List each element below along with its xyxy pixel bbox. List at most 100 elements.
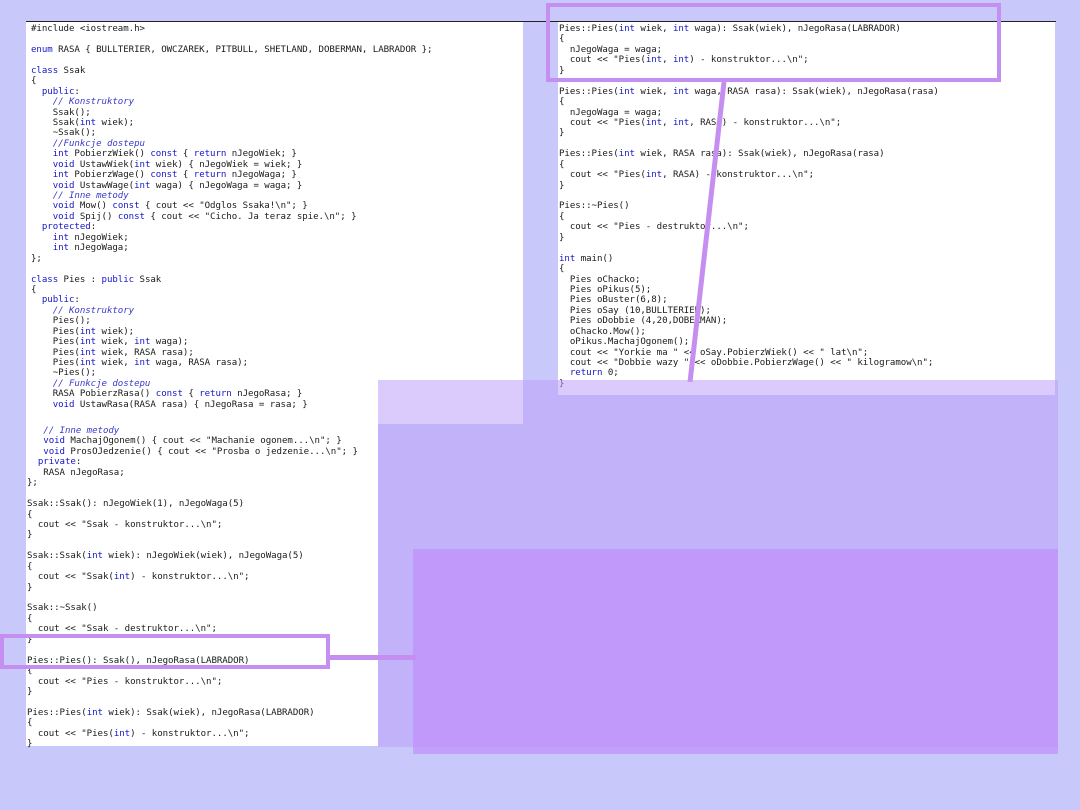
code-line: Pies::~Pies(): [559, 201, 630, 212]
code-line: {: [27, 561, 33, 572]
code-line: cout << "Pies - konstruktor...\n";: [27, 676, 223, 687]
code-line: int main(): [559, 253, 614, 264]
code-line: // Inne metody: [52, 191, 129, 201]
highlight-overlay-callout: [413, 549, 1058, 754]
code-line: class Ssak: [31, 65, 86, 76]
code-line: protected:: [41, 222, 97, 233]
code-line: cout << "Dobbie wazy " << oDobbie.Pobier…: [559, 358, 934, 368]
code-line: {: [27, 613, 33, 624]
code-line: {: [559, 159, 565, 170]
code-line: }: [559, 180, 565, 191]
code-line: Pies(int wiek, int waga, RASA rasa);: [31, 358, 249, 368]
highlight-overlay-large: [378, 380, 1058, 747]
code-line: cout << "Ssak - konstruktor...\n";: [27, 519, 223, 530]
code-block-constructors: // Inne metody void MachajOgonem() { cou…: [26, 424, 378, 750]
code-line: Ssak::Ssak(int wiek): nJegoWiek(wiek), n…: [27, 551, 304, 562]
code-line: Ssak::Ssak(): nJegoWiek(1), nJegoWaga(5): [27, 499, 244, 510]
code-line: Ssak(int wiek);: [31, 117, 135, 128]
code-line: Pies oDobbie (4,20,DOBERMAN);: [559, 316, 728, 327]
code-line: public:: [41, 86, 80, 97]
code-line: {: [559, 97, 565, 108]
code-line: cout << "Yorkie ma " << oSay.PobierzWiek…: [559, 347, 869, 358]
code-line: int nJegoWaga;: [52, 243, 129, 254]
code-line: Pies::Pies(int wiek): Ssak(wiek), nJegoR…: [27, 707, 315, 718]
code-line: #include <iostream.h>: [31, 24, 145, 34]
code-line: // Konstruktory: [52, 97, 135, 108]
code-line: }: [559, 128, 565, 139]
code-line: void UstawWiek(int wiek) { nJegoWiek = w…: [52, 159, 303, 170]
code-block-class-definitions: #include <iostream.h> enum RASA { BULLTE…: [26, 22, 523, 410]
code-line: RASA PobierzRasa() const { return nJegoR…: [31, 389, 303, 400]
code-line: // Inne metody: [43, 426, 120, 436]
code-line: void Mow() const { cout << "Odglos Ssaka…: [52, 201, 308, 212]
code-line: int nJegoWiek;: [52, 232, 129, 243]
code-line: cout << "Pies(int) - konstruktor...\n";: [27, 728, 250, 739]
code-line: }: [559, 378, 565, 389]
code-line: Ssak::~Ssak(): [27, 603, 98, 614]
code-line: oPikus.MachajOgonem();: [559, 337, 690, 348]
code-line: Pies oChacko;: [559, 274, 641, 285]
code-line: Ssak();: [31, 107, 91, 118]
code-line: ~Pies();: [31, 368, 97, 379]
code-line: // Funkcje dostepu: [52, 378, 151, 389]
code-line: Pies(int wiek);: [31, 326, 135, 337]
code-line: void UstawWage(int waga) { nJegoWaga = w…: [52, 180, 303, 191]
connector-horizontal: [328, 655, 416, 660]
code-line: };: [27, 478, 38, 489]
code-line: {: [27, 509, 33, 520]
code-line: }: [27, 686, 33, 697]
code-line: Pies();: [31, 316, 91, 327]
code-line: Pies oBuster(6,8);: [559, 295, 668, 306]
code-line: {: [559, 211, 565, 222]
highlight-box-pies-int-int-constructor: [546, 3, 1001, 82]
code-line: }: [27, 739, 33, 750]
code-line: nJegoWaga = waga;: [559, 107, 663, 118]
code-line: cout << "Ssak(int) - konstruktor...\n";: [27, 572, 250, 583]
code-line: void ProsOJedzenie() { cout << "Prosba o…: [43, 446, 358, 457]
code-line: };: [31, 253, 42, 264]
code-panel-left: #include <iostream.h> enum RASA { BULLTE…: [26, 22, 523, 424]
code-line: oChacko.Mow();: [559, 326, 646, 337]
code-line: enum RASA { BULLTERIER, OWCZAREK, PITBUL…: [31, 44, 433, 55]
code-line: RASA nJegoRasa;: [27, 467, 125, 478]
highlight-box-pies-default-constructor: [0, 634, 330, 669]
code-line: }: [559, 232, 565, 243]
code-line: ~Ssak();: [31, 128, 97, 139]
code-line: Pies(int wiek, RASA rasa);: [31, 347, 194, 358]
code-line: {: [31, 284, 37, 295]
code-line: public:: [41, 295, 80, 306]
code-line: Pies(int wiek, int waga);: [31, 337, 189, 348]
code-line: Pies::Pies(int wiek, int waga, RASA rasa…: [559, 86, 939, 97]
code-line: //Funkcje dostepu: [52, 138, 145, 149]
code-line: private:: [37, 457, 82, 468]
code-line: }: [27, 582, 33, 593]
code-line: void UstawRasa(RASA rasa) { nJegoRasa = …: [52, 399, 308, 410]
code-line: Pies oPikus(5);: [559, 284, 652, 295]
code-line: void MachajOgonem() { cout << "Machanie …: [43, 436, 342, 447]
code-line: void Spij() const { cout << "Cicho. Ja t…: [52, 211, 357, 222]
code-line: int PobierzWage() const { return nJegoWa…: [52, 170, 297, 181]
code-line: {: [31, 76, 37, 87]
code-line: cout << "Pies(int, RASA) - konstruktor..…: [559, 170, 814, 181]
code-line: class Pies : public Ssak: [31, 274, 162, 285]
code-line: cout << "Pies - destruktor...\n";: [559, 222, 749, 233]
code-panel-left-bottom: // Inne metody void MachajOgonem() { cou…: [26, 424, 378, 749]
code-line: Pies oSay (10,BULLTERIER);: [559, 305, 711, 316]
code-line: return 0;: [569, 368, 619, 379]
code-line: Pies::Pies(int wiek, RASA rasa): Ssak(wi…: [559, 149, 885, 160]
code-line: {: [27, 718, 33, 729]
code-line: {: [559, 264, 565, 275]
code-line: // Konstruktory: [52, 305, 135, 316]
code-line: int PobierzWiek() const { return nJegoWi…: [52, 149, 297, 160]
code-line: cout << "Pies(int, int, RASA) - konstruk…: [559, 117, 842, 128]
